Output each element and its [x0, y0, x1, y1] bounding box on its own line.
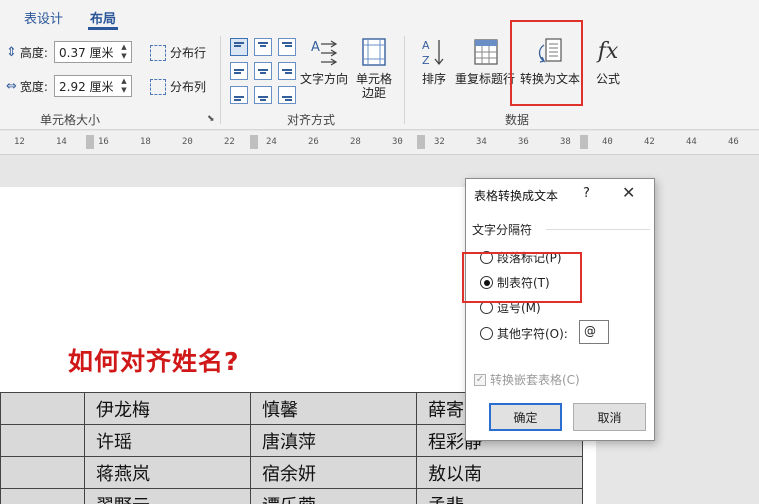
cancel-button[interactable]: 取消 [573, 403, 646, 431]
convert-nested-tables-checkbox: ✓ 转换嵌套表格(C) [474, 373, 580, 387]
ruler-label: 34 [476, 137, 487, 147]
align-top-right-button[interactable] [278, 38, 296, 56]
tab-table-design[interactable]: 表设计 [24, 8, 63, 27]
ruler-label: 36 [518, 137, 529, 147]
row-height-icon: ⇕ [6, 44, 17, 60]
sort-icon: AZ [418, 36, 450, 68]
align-middle-left-button[interactable] [230, 62, 248, 80]
svg-text:A: A [311, 40, 320, 55]
group-label-cell-size: 单元格大小 [40, 113, 101, 127]
height-input[interactable]: 0.37 厘米 ▲ ▼ [54, 41, 132, 63]
radio-other-character[interactable]: 其他字符(O): [480, 325, 568, 342]
ruler-column-marker[interactable] [250, 135, 258, 149]
cell-margins-icon [358, 36, 390, 68]
repeat-header-icon [469, 36, 501, 68]
sort-button[interactable]: AZ 排序 [418, 36, 450, 86]
align-top-left-button[interactable] [230, 38, 248, 56]
text-direction-button[interactable]: A 文字方向 [300, 36, 348, 86]
formula-icon: fx [597, 39, 619, 64]
table-cell[interactable]: 蒋燕岚 [84, 456, 251, 489]
ribbon-tab-bar: 表设计 布局 [0, 0, 759, 30]
table-cell[interactable]: 孟斐 [416, 488, 583, 504]
width-input[interactable]: 2.92 厘米 ▲ ▼ [54, 75, 132, 97]
alignment-grid [230, 38, 296, 104]
ruler-label: 40 [602, 137, 613, 147]
align-middle-center-button[interactable] [254, 62, 272, 80]
help-icon[interactable]: ? [583, 186, 590, 201]
table-cell[interactable]: 唐滇萍 [250, 424, 417, 457]
table-cell[interactable] [0, 488, 85, 504]
table-row: 蒋燕岚 宿余妍 敖以南 [0, 456, 583, 489]
align-middle-right-button[interactable] [278, 62, 296, 80]
table-cell[interactable]: 伊龙梅 [84, 392, 251, 425]
ruler-label: 16 [98, 137, 109, 147]
ruler-label: 46 [728, 137, 739, 147]
table-cell[interactable] [0, 456, 85, 489]
width-label: 宽度: [19, 79, 48, 94]
ruler-column-marker[interactable] [86, 135, 94, 149]
height-spinner[interactable]: ▲ ▼ [119, 43, 129, 61]
dialog-title: 表格转换成文本 [474, 189, 559, 203]
ruler-label: 20 [182, 137, 193, 147]
ruler-label: 30 [392, 137, 403, 147]
width-row: ⇔ 宽度: 2.92 厘米 ▲ ▼ [6, 74, 132, 98]
table-cell[interactable]: 敖以南 [416, 456, 583, 489]
table-cell[interactable]: 翠野云 [84, 488, 251, 504]
column-width-icon: ⇔ [6, 78, 17, 94]
ruler-label: 22 [224, 137, 235, 147]
ruler-column-marker[interactable] [417, 135, 425, 149]
height-row: ⇕ 高度: 0.37 厘米 ▲ ▼ [6, 40, 132, 64]
cell-margins-button[interactable]: 单元格 边距 [356, 36, 392, 100]
ruler-label: 44 [686, 137, 697, 147]
horizontal-ruler: 12 14 16 18 20 22 24 26 28 30 32 34 36 38 40 42 44 46 [0, 131, 759, 155]
ruler-label: 32 [434, 137, 445, 147]
highlight-tab-option [462, 252, 582, 303]
ruler-column-marker[interactable] [580, 135, 588, 149]
table-cell[interactable]: 谭乐蓉 [250, 488, 417, 504]
distribute-rows-button[interactable]: 分布行 [150, 44, 206, 61]
group-label-data: 数据 [505, 113, 530, 127]
height-label: 高度: [19, 45, 48, 60]
group-label-alignment: 对齐方式 [287, 113, 336, 127]
width-spinner[interactable]: ▲ ▼ [119, 77, 129, 95]
text-direction-icon: A [308, 36, 340, 68]
formula-button[interactable]: fx 公式 [592, 36, 624, 87]
align-bottom-left-button[interactable] [230, 86, 248, 104]
table-cell[interactable] [0, 424, 85, 457]
distribute-rows-icon [150, 44, 166, 61]
convert-table-to-text-dialog: 表格转换成文本 ? ✕ 文字分隔符 段落标记(P) 制表符(T) 逗号(M) 其… [465, 178, 655, 441]
separator-section-label: 文字分隔符 [472, 223, 533, 237]
ruler-label: 28 [350, 137, 361, 147]
ribbon: ⇕ 高度: 0.37 厘米 ▲ ▼ ⇔ 宽度: 2.92 厘米 ▲ ▼ 分布行 分布… [0, 30, 759, 130]
ok-button[interactable]: 确定 [489, 403, 562, 431]
table-row: 翠野云谭乐蓉孟斐 [0, 488, 583, 504]
close-icon[interactable]: ✕ [622, 183, 635, 202]
svg-text:Z: Z [422, 54, 430, 67]
ruler-label: 26 [308, 137, 319, 147]
align-top-center-button[interactable] [254, 38, 272, 56]
ruler-label: 42 [644, 137, 655, 147]
dialog-launcher-icon[interactable]: ⬊ [207, 114, 215, 124]
highlight-convert-to-text [510, 20, 583, 106]
table-cell[interactable] [0, 392, 85, 425]
tab-layout[interactable]: 布局 [90, 8, 116, 27]
ruler-label: 38 [560, 137, 571, 147]
align-bottom-right-button[interactable] [278, 86, 296, 104]
ruler-label: 14 [56, 137, 67, 147]
table-cell[interactable]: 许瑶 [84, 424, 251, 457]
repeat-header-rows-button[interactable]: 重复标题行 [455, 36, 515, 86]
align-bottom-center-button[interactable] [254, 86, 272, 104]
ruler-label: 12 [14, 137, 25, 147]
other-character-input[interactable]: @ [579, 320, 609, 344]
ruler-label: 18 [140, 137, 151, 147]
svg-text:A: A [422, 39, 430, 52]
ruler-label: 24 [266, 137, 277, 147]
table-cell[interactable]: 宿余妍 [250, 456, 417, 489]
table-cell[interactable]: 慎馨 [250, 392, 417, 425]
distribute-columns-icon [150, 78, 166, 95]
distribute-columns-button[interactable]: 分布列 [150, 78, 206, 95]
document-title: 如何对齐姓名? [68, 347, 240, 376]
